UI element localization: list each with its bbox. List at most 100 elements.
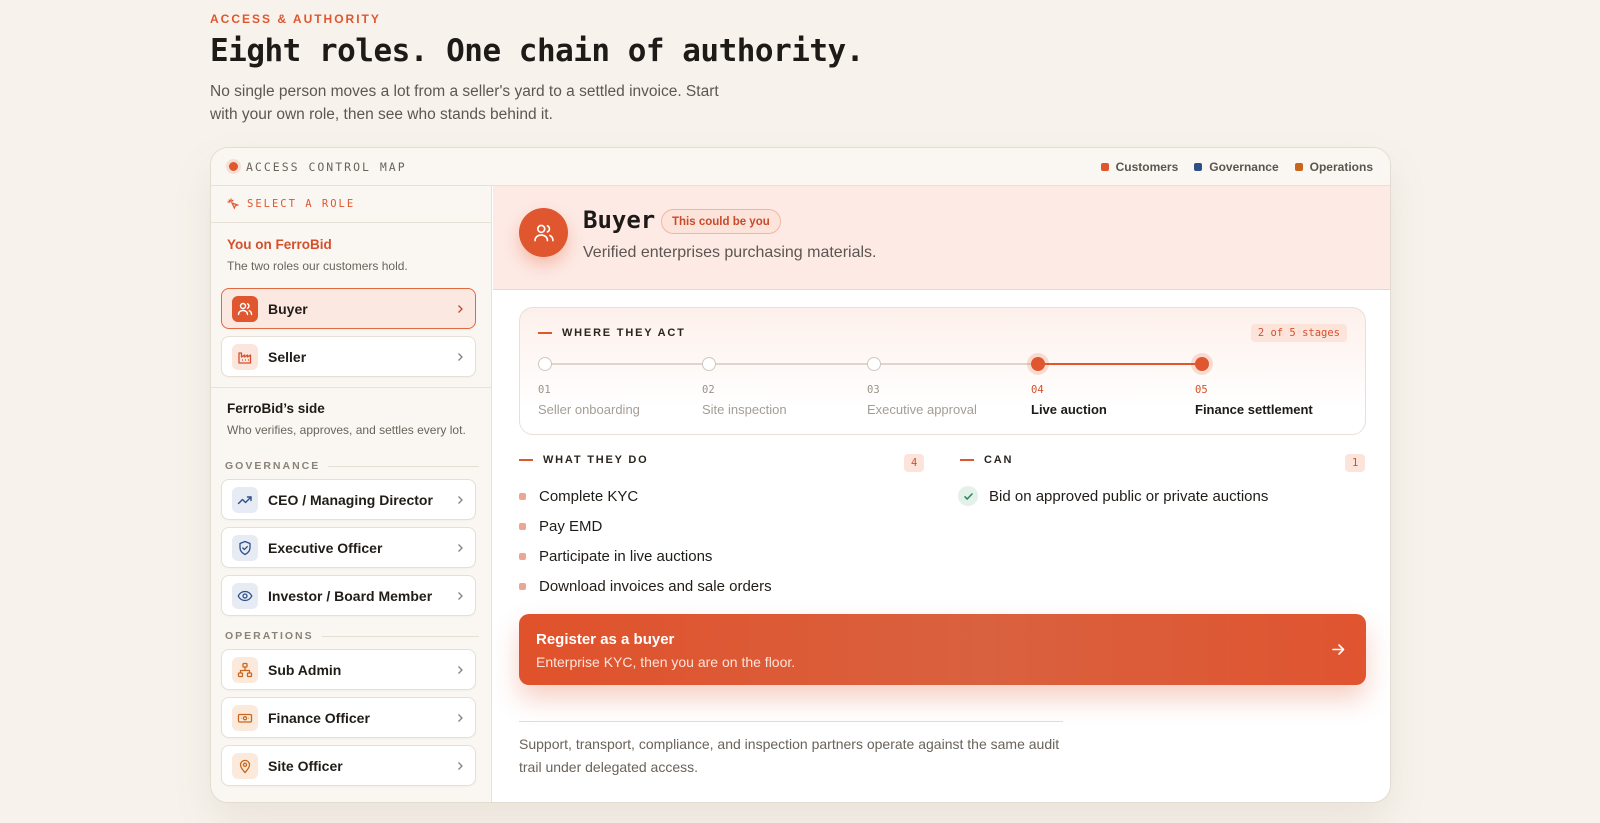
can-title: CAN	[984, 454, 1014, 466]
bullet-icon	[519, 553, 526, 560]
bullet-icon	[519, 493, 526, 500]
legend-governance: Governance	[1194, 160, 1279, 174]
trend-up-icon	[232, 486, 258, 513]
role-label: Site Officer	[268, 757, 343, 774]
org-chart-icon	[232, 656, 258, 683]
factory-icon	[232, 343, 258, 370]
role-label: CEO / Managing Director	[268, 491, 433, 508]
what-they-do-title: WHAT THEY DO	[543, 454, 649, 466]
stage-label: Site inspection	[702, 402, 787, 417]
stage-number: 03	[867, 384, 880, 396]
role-label: Finance Officer	[268, 709, 370, 726]
map-title-group: ACCESS CONTROL MAP	[229, 160, 407, 174]
section-dash	[519, 459, 533, 461]
role-label: Sub Admin	[268, 661, 342, 678]
do-count-badge: 4	[904, 454, 925, 472]
stage-node-03[interactable]	[867, 357, 881, 371]
stage-node-02[interactable]	[702, 357, 716, 371]
list-item: Download invoices and sale orders	[519, 578, 772, 595]
customers-group-title: You on FerroBid	[227, 237, 332, 252]
legend-swatch-customers	[1100, 162, 1109, 171]
role-executive-officer-button[interactable]: Executive Officer	[221, 527, 476, 568]
legend: Customers Governance Operations	[1100, 159, 1373, 174]
where-they-act-header: WHERE THEY ACT	[538, 327, 686, 339]
role-finance-officer-button[interactable]: Finance Officer	[221, 697, 476, 738]
stage-label: Live auction	[1031, 402, 1107, 417]
where-they-act-panel: WHERE THEY ACT 2 of 5 stages 01 02 03 04…	[519, 307, 1366, 435]
users-icon	[519, 208, 568, 257]
select-role-header: SELECT A ROLE	[211, 186, 491, 223]
legend-customers: Customers	[1100, 159, 1179, 174]
stage-node-01[interactable]	[538, 357, 552, 371]
map-pin-icon	[232, 752, 258, 779]
list-item-text: Complete KYC	[539, 488, 639, 505]
section-label-text: GOVERNANCE	[225, 460, 321, 472]
list-item: Pay EMD	[519, 518, 602, 535]
access-control-card: ACCESS CONTROL MAP Customers Governance …	[210, 147, 1391, 803]
register-buyer-button[interactable]: Register as a buyer Enterprise KYC, then…	[519, 614, 1366, 685]
stage-label: Finance settlement	[1195, 402, 1313, 417]
legend-label: Customers	[1115, 159, 1179, 174]
stage-number: 02	[702, 384, 715, 396]
chevron-right-icon	[458, 543, 463, 552]
chevron-right-icon	[458, 713, 463, 722]
list-item-text: Download invoices and sale orders	[539, 578, 772, 595]
section-label-text: OPERATIONS	[225, 630, 314, 642]
role-title: Buyer	[583, 206, 656, 234]
role-buyer-button[interactable]: Buyer	[221, 288, 476, 329]
ferrobid-group-header: FerroBid’s side Who verifies, approves, …	[211, 387, 491, 437]
role-label: Investor / Board Member	[268, 587, 433, 604]
governance-section-label: GOVERNANCE	[225, 460, 479, 472]
legend-operations: Operations	[1294, 159, 1373, 174]
ferrobid-group-title: FerroBid’s side	[227, 401, 325, 416]
stage-count-badge: 2 of 5 stages	[1250, 324, 1347, 342]
role-sub-admin-button[interactable]: Sub Admin	[221, 649, 476, 690]
chevron-right-icon	[458, 304, 463, 313]
customers-group-header: You on FerroBid The two roles our custom…	[211, 223, 491, 273]
banknote-icon	[232, 704, 258, 731]
legend-label: Operations	[1309, 159, 1373, 174]
can-count-badge: 1	[1345, 454, 1366, 472]
cta-subtitle: Enterprise KYC, then you are on the floo…	[536, 654, 796, 670]
stage-node-05[interactable]	[1195, 357, 1209, 371]
role-investor-button[interactable]: Investor / Board Member	[221, 575, 476, 616]
list-item-text: Bid on approved public or private auctio…	[989, 487, 1269, 505]
customers-group-subtitle: The two roles our customers hold.	[227, 259, 408, 273]
eye-icon	[232, 582, 258, 609]
what-they-do-header: WHAT THEY DO	[519, 454, 649, 466]
list-item-text: Pay EMD	[539, 518, 603, 535]
list-item: Participate in live auctions	[519, 548, 712, 565]
section-eyebrow: ACCESS & AUTHORITY	[210, 12, 381, 26]
chevron-right-icon	[458, 591, 463, 600]
role-label: Executive Officer	[268, 539, 383, 556]
role-ceo-button[interactable]: CEO / Managing Director	[221, 479, 476, 520]
list-item: Bid on approved public or private auctio…	[958, 486, 1268, 506]
list-item: Complete KYC	[519, 488, 638, 505]
operations-section-label: OPERATIONS	[225, 630, 479, 642]
role-site-officer-button[interactable]: Site Officer	[221, 745, 476, 786]
where-they-act-title: WHERE THEY ACT	[562, 327, 686, 339]
stage-label: Seller onboarding	[538, 402, 640, 417]
list-item-text: Participate in live auctions	[539, 548, 713, 565]
users-icon	[232, 295, 258, 322]
chevron-right-icon	[458, 495, 463, 504]
section-dash	[538, 332, 552, 334]
role-badge: This could be you	[661, 209, 781, 234]
select-role-label: SELECT A ROLE	[247, 198, 356, 210]
stage-track-inactive	[545, 363, 1035, 365]
bullet-icon	[519, 583, 526, 590]
cta-title: Register as a buyer	[536, 631, 675, 648]
stage-node-04[interactable]	[1031, 357, 1045, 371]
role-hero: Buyer This could be you Verified enterpr…	[493, 186, 1390, 290]
stage-number: 01	[538, 384, 551, 396]
legend-swatch-operations	[1294, 162, 1303, 171]
section-headline: Eight roles. One chain of authority.	[210, 33, 864, 69]
stage-number: 04	[1031, 384, 1044, 396]
check-icon	[958, 486, 978, 506]
section-lede: No single person moves a lot from a sell…	[210, 83, 719, 123]
role-seller-button[interactable]: Seller	[221, 336, 476, 377]
section-rule	[321, 635, 479, 637]
legend-swatch-governance	[1194, 162, 1203, 171]
role-label: Buyer	[268, 300, 308, 317]
card-header: ACCESS CONTROL MAP Customers Governance …	[211, 148, 1390, 186]
